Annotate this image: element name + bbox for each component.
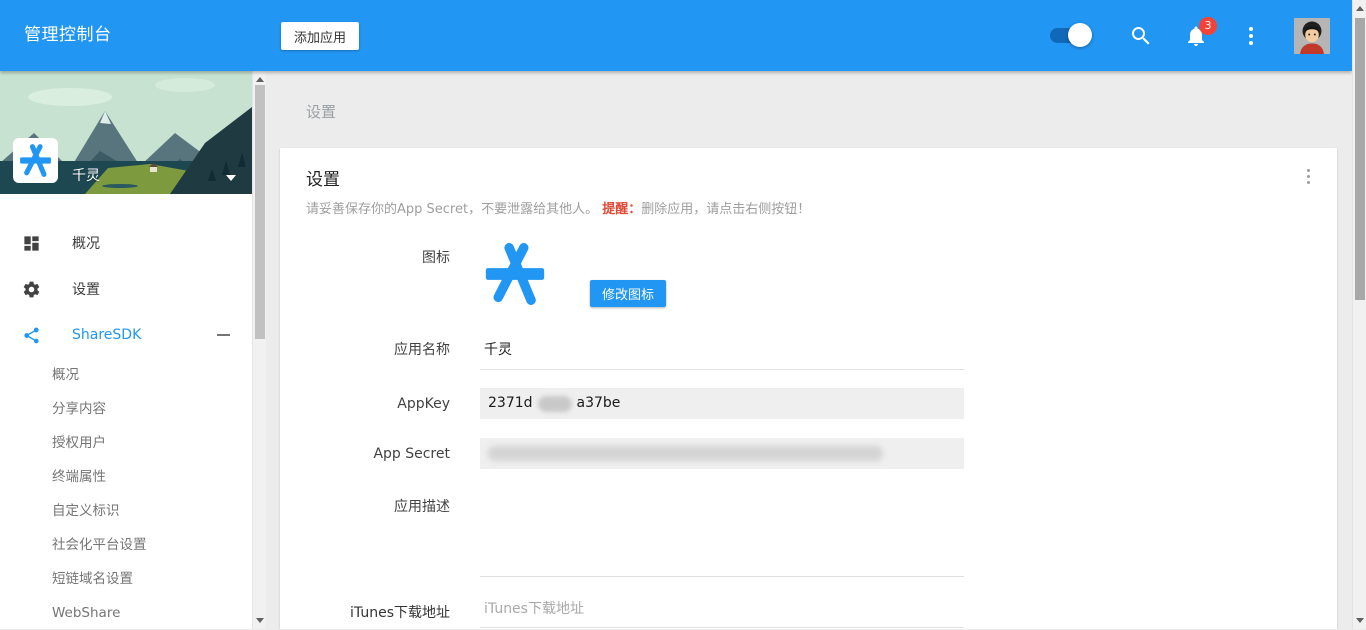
sidebar-subitem-short-link[interactable]: 短链域名设置 (0, 562, 252, 596)
sidebar-subitem-terminal-attrs[interactable]: 终端属性 (0, 460, 252, 494)
app-name-input[interactable]: 千灵 (480, 339, 964, 370)
app-name-row: 应用名称 千灵 (280, 339, 1337, 370)
appkey-end: a37be (576, 395, 621, 411)
sharesdk-submenu: 概况 分享内容 授权用户 终端属性 自定义标识 社会化平台设置 短链域名设置 W… (0, 358, 252, 630)
itunes-label: iTunes下载地址 (350, 605, 450, 621)
card-header: 设置 请妥善保存你的App Secret，不要泄露给其他人。 提醒：删除应用，请… (280, 148, 1337, 217)
sidebar-item-sharesdk[interactable]: ShareSDK (0, 312, 252, 358)
sidebar-item-label: 设置 (72, 282, 100, 298)
current-app-name: 千灵 (72, 168, 100, 184)
add-app-button[interactable]: 添加应用 (281, 22, 360, 50)
settings-card: 设置 请妥善保存你的App Secret，不要泄露给其他人。 提醒：删除应用，请… (280, 148, 1337, 629)
app-name-label: 应用名称 (394, 342, 450, 358)
sidebar-item-label: ShareSDK (72, 327, 142, 343)
breadcrumb: 设置 (306, 103, 337, 121)
icon-row: 图标 修改图标 (280, 239, 1337, 309)
itunes-url-input[interactable] (480, 595, 964, 628)
sidebar-subitem-overview[interactable]: 概况 (0, 358, 252, 392)
sidebar: 千灵 概况 设置 ShareSDK 概况 分享内容 授权用户 终端属性 自定义标… (0, 71, 252, 629)
subtitle-text: 请妥善保存你的App Secret，不要泄露给其他人。 (306, 202, 603, 217)
appkey-row: AppKey 2371d a37be (280, 388, 1337, 419)
app-secret-label: App Secret (373, 445, 450, 462)
page-scrollbar[interactable] (1352, 0, 1366, 629)
collapse-icon[interactable] (217, 334, 230, 336)
main-content: 设置 设置 请妥善保存你的App Secret，不要泄露给其他人。 提醒：删除应… (266, 71, 1352, 629)
search-icon[interactable] (1129, 24, 1153, 48)
dashboard-icon (22, 234, 41, 253)
sidebar-item-label: 概况 (72, 236, 100, 252)
appkey-label: AppKey (397, 395, 450, 412)
appkey-start: 2371d (488, 395, 533, 411)
toggle-knob[interactable] (1068, 23, 1092, 47)
app-secret-value (480, 438, 964, 469)
sidebar-subitem-share-content[interactable]: 分享内容 (0, 392, 252, 426)
user-avatar[interactable] (1294, 17, 1330, 54)
icon-label: 图标 (422, 250, 450, 266)
description-row: 应用描述 (280, 495, 1337, 577)
topbar-actions: 3 (1050, 0, 1330, 71)
card-title: 设置 (306, 170, 340, 190)
sidebar-item-settings[interactable]: 设置 (0, 266, 252, 312)
scroll-down-icon[interactable] (1356, 618, 1364, 623)
page-scrollbar-thumb[interactable] (1355, 18, 1365, 300)
scroll-up-icon[interactable] (256, 77, 264, 82)
app-secret-redacted-blur (488, 446, 883, 461)
sidebar-subitem-custom-id[interactable]: 自定义标识 (0, 494, 252, 528)
settings-form: 图标 修改图标 应用名称 千灵 AppKey 2371d a37be App S… (280, 239, 1337, 628)
card-subtitle: 请妥善保存你的App Secret，不要泄露给其他人。 提醒：删除应用，请点击右… (306, 198, 1311, 217)
change-icon-button[interactable]: 修改图标 (590, 280, 667, 307)
sidebar-nav: 概况 设置 ShareSDK 概况 分享内容 授权用户 终端属性 自定义标识 社… (0, 194, 252, 630)
page-title: 管理控制台 (24, 25, 112, 45)
sidebar-scrollbar[interactable] (252, 71, 266, 629)
sidebar-subitem-social-platform[interactable]: 社会化平台设置 (0, 528, 252, 562)
description-label: 应用描述 (394, 499, 450, 515)
subtitle-warning: 提醒： (602, 202, 642, 217)
sidebar-scrollbar-thumb[interactable] (255, 85, 265, 339)
notifications-bell-icon[interactable]: 3 (1184, 16, 1217, 48)
current-app-icon (13, 138, 58, 183)
app-secret-row: App Secret (280, 438, 1337, 469)
itunes-row: iTunes下载地址 (280, 595, 1337, 628)
toggle-switch[interactable] (1050, 23, 1092, 47)
subtitle-warning-rest: 删除应用，请点击右侧按钮！ (641, 202, 811, 217)
app-switcher-caret-icon[interactable] (226, 175, 236, 181)
notification-badge: 3 (1199, 16, 1217, 35)
overflow-menu-icon[interactable] (1239, 26, 1263, 45)
appkey-value: 2371d a37be (480, 388, 964, 419)
topbar: 管理控制台 添加应用 3 (0, 0, 1352, 71)
sidebar-subitem-authorized-users[interactable]: 授权用户 (0, 426, 252, 460)
gear-icon (22, 280, 41, 299)
scroll-down-icon[interactable] (256, 618, 264, 623)
sidebar-item-overview[interactable]: 概况 (0, 220, 252, 266)
appkey-redacted-blur (537, 395, 572, 412)
sidebar-subitem-webshare[interactable]: WebShare (0, 596, 252, 630)
description-textarea[interactable] (480, 495, 964, 577)
app-icon-preview (485, 243, 545, 305)
card-menu-icon[interactable] (1304, 166, 1313, 187)
app-switcher-header[interactable]: 千灵 (0, 71, 252, 194)
share-icon (22, 326, 41, 345)
scroll-up-icon[interactable] (1356, 6, 1364, 11)
